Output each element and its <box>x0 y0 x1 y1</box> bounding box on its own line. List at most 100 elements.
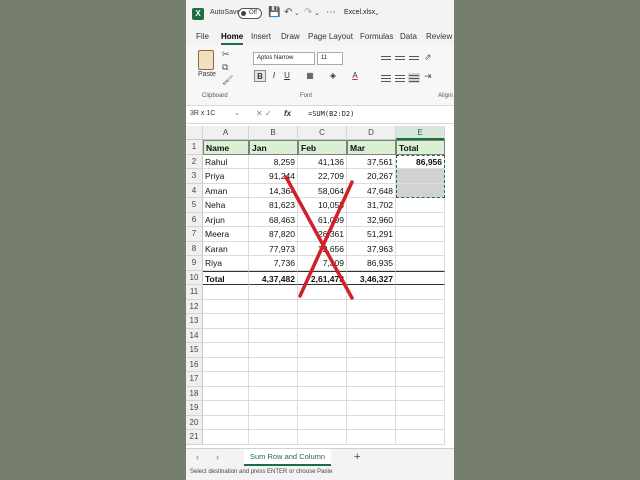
cell-d6[interactable]: 32,960 <box>347 212 396 227</box>
row-header-7[interactable]: 7 <box>186 227 203 242</box>
cell-c10[interactable]: 2,61,473 <box>298 270 347 285</box>
format-painter-icon[interactable]: 🖌 <box>222 75 233 86</box>
cell-c11[interactable] <box>298 285 347 300</box>
row-header-13[interactable]: 13 <box>186 314 203 329</box>
cell-c8[interactable]: 22,656 <box>298 241 347 256</box>
cell-d8[interactable]: 37,963 <box>347 241 396 256</box>
cell-b7[interactable]: 87,820 <box>249 227 298 242</box>
cell-b20[interactable] <box>249 415 298 430</box>
row-header-11[interactable]: 11 <box>186 285 203 300</box>
cell-a10[interactable]: Total <box>203 270 249 285</box>
cell-e1[interactable]: Total <box>396 140 445 155</box>
fill-color-icon[interactable]: ◈ <box>327 70 339 82</box>
cell-e4[interactable] <box>396 183 445 198</box>
cell-d19[interactable] <box>347 401 396 416</box>
cell-e6[interactable] <box>396 212 445 227</box>
cell-c9[interactable]: 7,309 <box>298 256 347 271</box>
cell-b13[interactable] <box>249 314 298 329</box>
column-header-d[interactable]: D <box>347 126 396 140</box>
cell-a16[interactable] <box>203 357 249 372</box>
paste-icon[interactable] <box>198 50 214 70</box>
cell-b17[interactable] <box>249 372 298 387</box>
select-all-corner[interactable] <box>186 126 203 140</box>
cell-b3[interactable]: 91,244 <box>249 169 298 184</box>
row-header-21[interactable]: 21 <box>186 430 203 445</box>
font-color-icon[interactable]: A <box>349 70 361 82</box>
align-top-icon[interactable] <box>380 54 392 64</box>
cell-e15[interactable] <box>396 343 445 358</box>
save-icon[interactable]: 💾 <box>268 7 280 18</box>
cell-a7[interactable]: Meera <box>203 227 249 242</box>
cell-a6[interactable]: Arjun <box>203 212 249 227</box>
cell-c17[interactable] <box>298 372 347 387</box>
row-header-8[interactable]: 8 <box>186 241 203 256</box>
cell-c14[interactable] <box>298 328 347 343</box>
cell-d21[interactable] <box>347 430 396 445</box>
column-header-b[interactable]: B <box>249 126 298 140</box>
cell-d10[interactable]: 3,46,327 <box>347 270 396 285</box>
cell-d2[interactable]: 37,561 <box>347 154 396 169</box>
cell-e2[interactable]: 86,956 <box>396 154 445 169</box>
cell-a11[interactable] <box>203 285 249 300</box>
column-header-c[interactable]: C <box>298 126 347 140</box>
row-header-6[interactable]: 6 <box>186 212 203 227</box>
cell-c1[interactable]: Feb <box>298 140 347 155</box>
cell-e9[interactable] <box>396 256 445 271</box>
cell-d11[interactable] <box>347 285 396 300</box>
cell-c16[interactable] <box>298 357 347 372</box>
row-header-16[interactable]: 16 <box>186 357 203 372</box>
align-bottom-icon[interactable] <box>408 54 420 64</box>
cell-a2[interactable]: Rahul <box>203 154 249 169</box>
cell-a19[interactable] <box>203 401 249 416</box>
cut-icon[interactable]: ✂ <box>222 49 230 60</box>
cell-a9[interactable]: Riya <box>203 256 249 271</box>
prev-sheet-icon[interactable]: ‹ <box>196 452 199 462</box>
cell-c18[interactable] <box>298 386 347 401</box>
cell-d17[interactable] <box>347 372 396 387</box>
cell-b19[interactable] <box>249 401 298 416</box>
cell-d1[interactable]: Mar <box>347 140 396 155</box>
cell-b21[interactable] <box>249 430 298 445</box>
cell-a18[interactable] <box>203 386 249 401</box>
cell-e17[interactable] <box>396 372 445 387</box>
cell-c5[interactable]: 10,055 <box>298 198 347 213</box>
row-header-12[interactable]: 12 <box>186 299 203 314</box>
menu-file[interactable]: File <box>196 32 209 41</box>
indent-icon[interactable]: ⇥ <box>424 71 432 82</box>
cell-c20[interactable] <box>298 415 347 430</box>
more-icon[interactable]: ⋯ <box>326 7 336 18</box>
cell-d13[interactable] <box>347 314 396 329</box>
row-header-17[interactable]: 17 <box>186 372 203 387</box>
cell-e16[interactable] <box>396 357 445 372</box>
cell-e19[interactable] <box>396 401 445 416</box>
cell-c4[interactable]: 58,064 <box>298 183 347 198</box>
cell-d3[interactable]: 20,267 <box>347 169 396 184</box>
insert-function-icon[interactable]: fx <box>284 109 291 118</box>
borders-icon[interactable]: ▦ <box>304 70 316 82</box>
cell-c19[interactable] <box>298 401 347 416</box>
row-header-4[interactable]: 4 <box>186 183 203 198</box>
align-center-icon[interactable] <box>394 73 406 83</box>
copy-icon[interactable]: ⧉ <box>222 62 228 73</box>
cell-a5[interactable]: Neha <box>203 198 249 213</box>
row-header-19[interactable]: 19 <box>186 401 203 416</box>
row-header-15[interactable]: 15 <box>186 343 203 358</box>
row-header-18[interactable]: 18 <box>186 386 203 401</box>
add-sheet-icon[interactable]: + <box>354 451 360 463</box>
menu-home[interactable]: Home <box>221 32 244 45</box>
cell-b6[interactable]: 68,463 <box>249 212 298 227</box>
cell-e7[interactable] <box>396 227 445 242</box>
cell-d12[interactable] <box>347 299 396 314</box>
cell-a20[interactable] <box>203 415 249 430</box>
cell-b8[interactable]: 77,973 <box>249 241 298 256</box>
cell-b9[interactable]: 7,736 <box>249 256 298 271</box>
cell-d9[interactable]: 86,935 <box>347 256 396 271</box>
cell-d18[interactable] <box>347 386 396 401</box>
cell-d4[interactable]: 47,648 <box>347 183 396 198</box>
undo-icon[interactable]: ↶ <box>284 7 292 18</box>
menu-review[interactable]: Review <box>426 32 452 41</box>
cell-e3[interactable] <box>396 169 445 184</box>
name-box-chevron-down-icon[interactable]: ⌄ <box>234 109 240 117</box>
font-size-select[interactable]: 11 <box>317 52 343 65</box>
next-sheet-icon[interactable]: › <box>216 452 219 462</box>
